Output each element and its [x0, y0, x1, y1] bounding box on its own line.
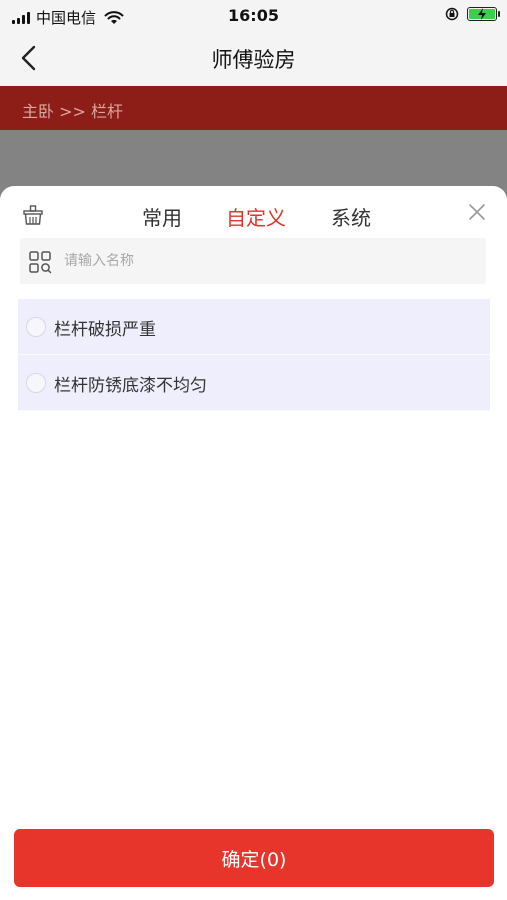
- defect-list: 栏杆破损严重 栏杆防锈底漆不均匀: [18, 299, 490, 411]
- radio-button[interactable]: [26, 317, 46, 337]
- list-item[interactable]: 栏杆防锈底漆不均匀: [18, 355, 490, 411]
- close-icon[interactable]: [467, 202, 487, 222]
- confirm-button[interactable]: 确定(0): [14, 829, 494, 887]
- tab-system[interactable]: 系统: [331, 202, 371, 231]
- bottom-sheet: 常用 自定义 系统 栏杆破损严重 栏杆防锈底漆不均匀 确定(0): [0, 186, 507, 900]
- tab-custom[interactable]: 自定义: [226, 202, 286, 231]
- status-right: [445, 7, 500, 21]
- search-box: [20, 238, 486, 284]
- nav-bar: 师傅验房: [0, 30, 507, 86]
- basket-icon[interactable]: [22, 204, 44, 226]
- battery-icon: [467, 7, 500, 21]
- breadcrumb: 主卧 >> 栏杆: [0, 86, 507, 130]
- tab-common[interactable]: 常用: [142, 202, 182, 231]
- rotation-lock-icon: [445, 7, 459, 21]
- list-item[interactable]: 栏杆破损严重: [18, 299, 490, 355]
- breadcrumb-text: 主卧 >> 栏杆: [22, 102, 123, 121]
- page-title: 师傅验房: [211, 48, 296, 72]
- radio-button[interactable]: [26, 373, 46, 393]
- status-bar: 中国电信 16:05: [0, 0, 507, 30]
- status-time: 16:05: [228, 6, 279, 25]
- search-input[interactable]: [64, 238, 474, 284]
- grid-search-icon: [29, 251, 52, 274]
- list-item-label: 栏杆防锈底漆不均匀: [54, 376, 207, 396]
- list-item-label: 栏杆破损严重: [54, 320, 156, 340]
